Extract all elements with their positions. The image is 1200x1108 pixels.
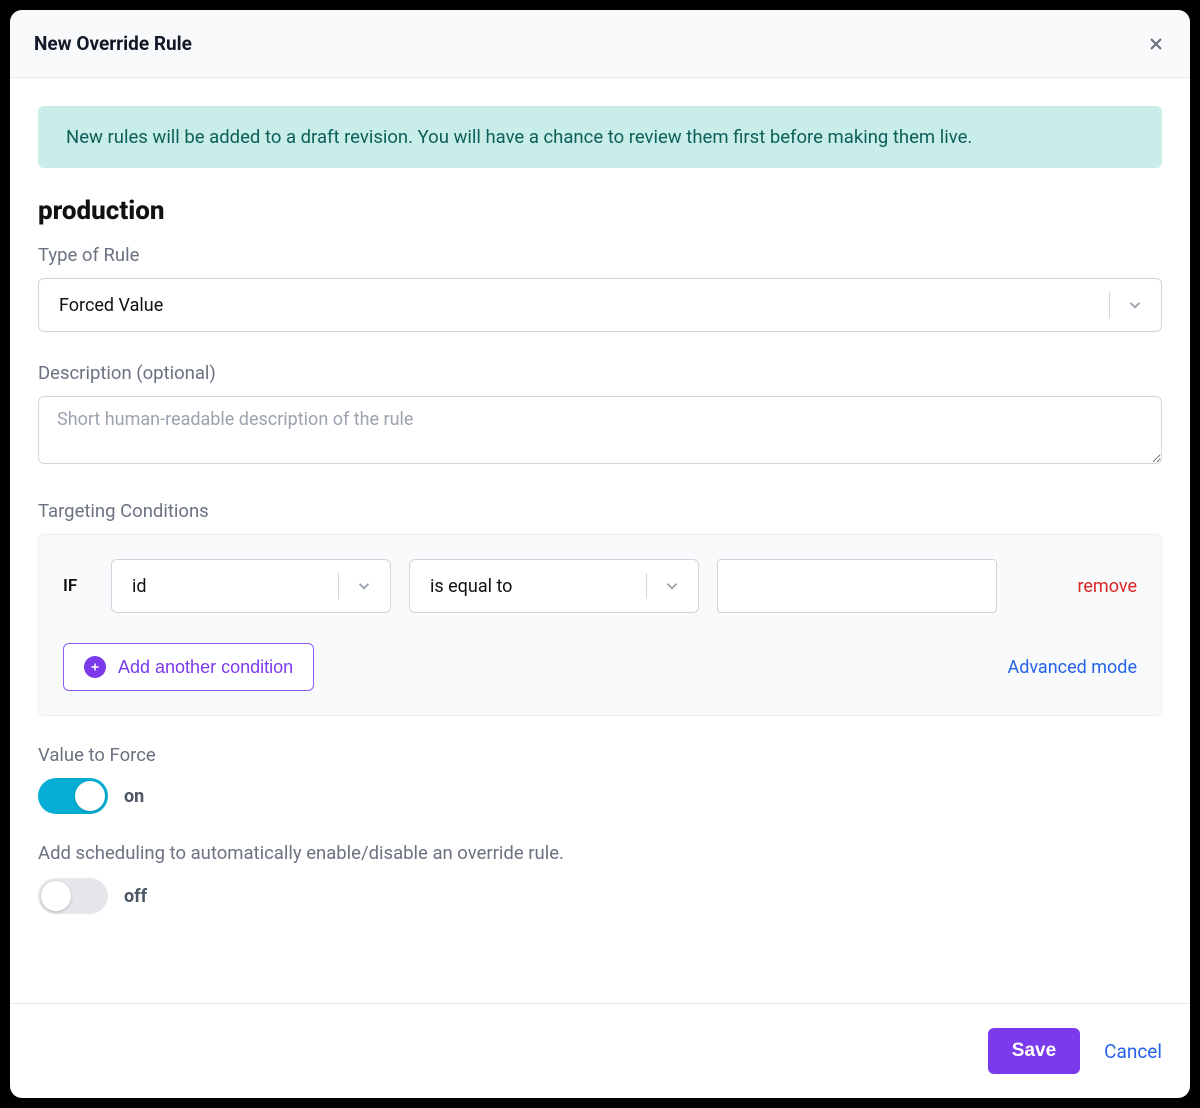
if-label: IF [63, 576, 93, 596]
override-rule-modal: New Override Rule New rules will be adde… [10, 10, 1190, 1098]
conditions-footer: Add another condition Advanced mode [63, 643, 1137, 691]
condition-attribute-select[interactable]: id [111, 559, 391, 613]
type-of-rule-label: Type of Rule [38, 244, 1162, 266]
modal-header: New Override Rule [10, 10, 1190, 78]
description-label: Description (optional) [38, 362, 1162, 384]
description-input[interactable] [38, 396, 1162, 464]
targeting-conditions-box: IF id is equal to [38, 534, 1162, 716]
condition-operator-select[interactable]: is equal to [409, 559, 699, 613]
scheduling-label: Add scheduling to automatically enable/d… [38, 842, 1162, 864]
condition-row: IF id is equal to [63, 559, 1137, 613]
scheduling-toggle[interactable] [38, 878, 108, 914]
type-of-rule-value: Forced Value [59, 295, 163, 316]
targeting-conditions-label: Targeting Conditions [38, 500, 1162, 522]
plus-icon [84, 656, 106, 678]
condition-value-input[interactable] [717, 559, 997, 613]
value-to-force-state: on [124, 786, 144, 807]
add-condition-label: Add another condition [118, 657, 293, 678]
close-icon[interactable] [1146, 34, 1166, 54]
type-of-rule-select[interactable]: Forced Value [38, 278, 1162, 332]
modal-footer: Save Cancel [10, 1003, 1190, 1098]
value-to-force-toggle-row: on [38, 778, 1162, 814]
modal-body: New rules will be added to a draft revis… [10, 78, 1190, 1003]
modal-title: New Override Rule [34, 32, 192, 55]
advanced-mode-link[interactable]: Advanced mode [1007, 657, 1137, 678]
condition-attribute-value: id [132, 576, 147, 597]
condition-operator-value: is equal to [430, 576, 512, 597]
remove-condition-link[interactable]: remove [1077, 576, 1137, 597]
save-button[interactable]: Save [988, 1028, 1080, 1074]
info-banner: New rules will be added to a draft revis… [38, 106, 1162, 168]
scheduling-state: off [124, 886, 147, 907]
scheduling-toggle-row: off [38, 878, 1162, 914]
environment-heading: production [38, 196, 1162, 226]
cancel-link[interactable]: Cancel [1104, 1040, 1162, 1063]
value-to-force-toggle[interactable] [38, 778, 108, 814]
add-condition-button[interactable]: Add another condition [63, 643, 314, 691]
value-to-force-label: Value to Force [38, 744, 1162, 766]
